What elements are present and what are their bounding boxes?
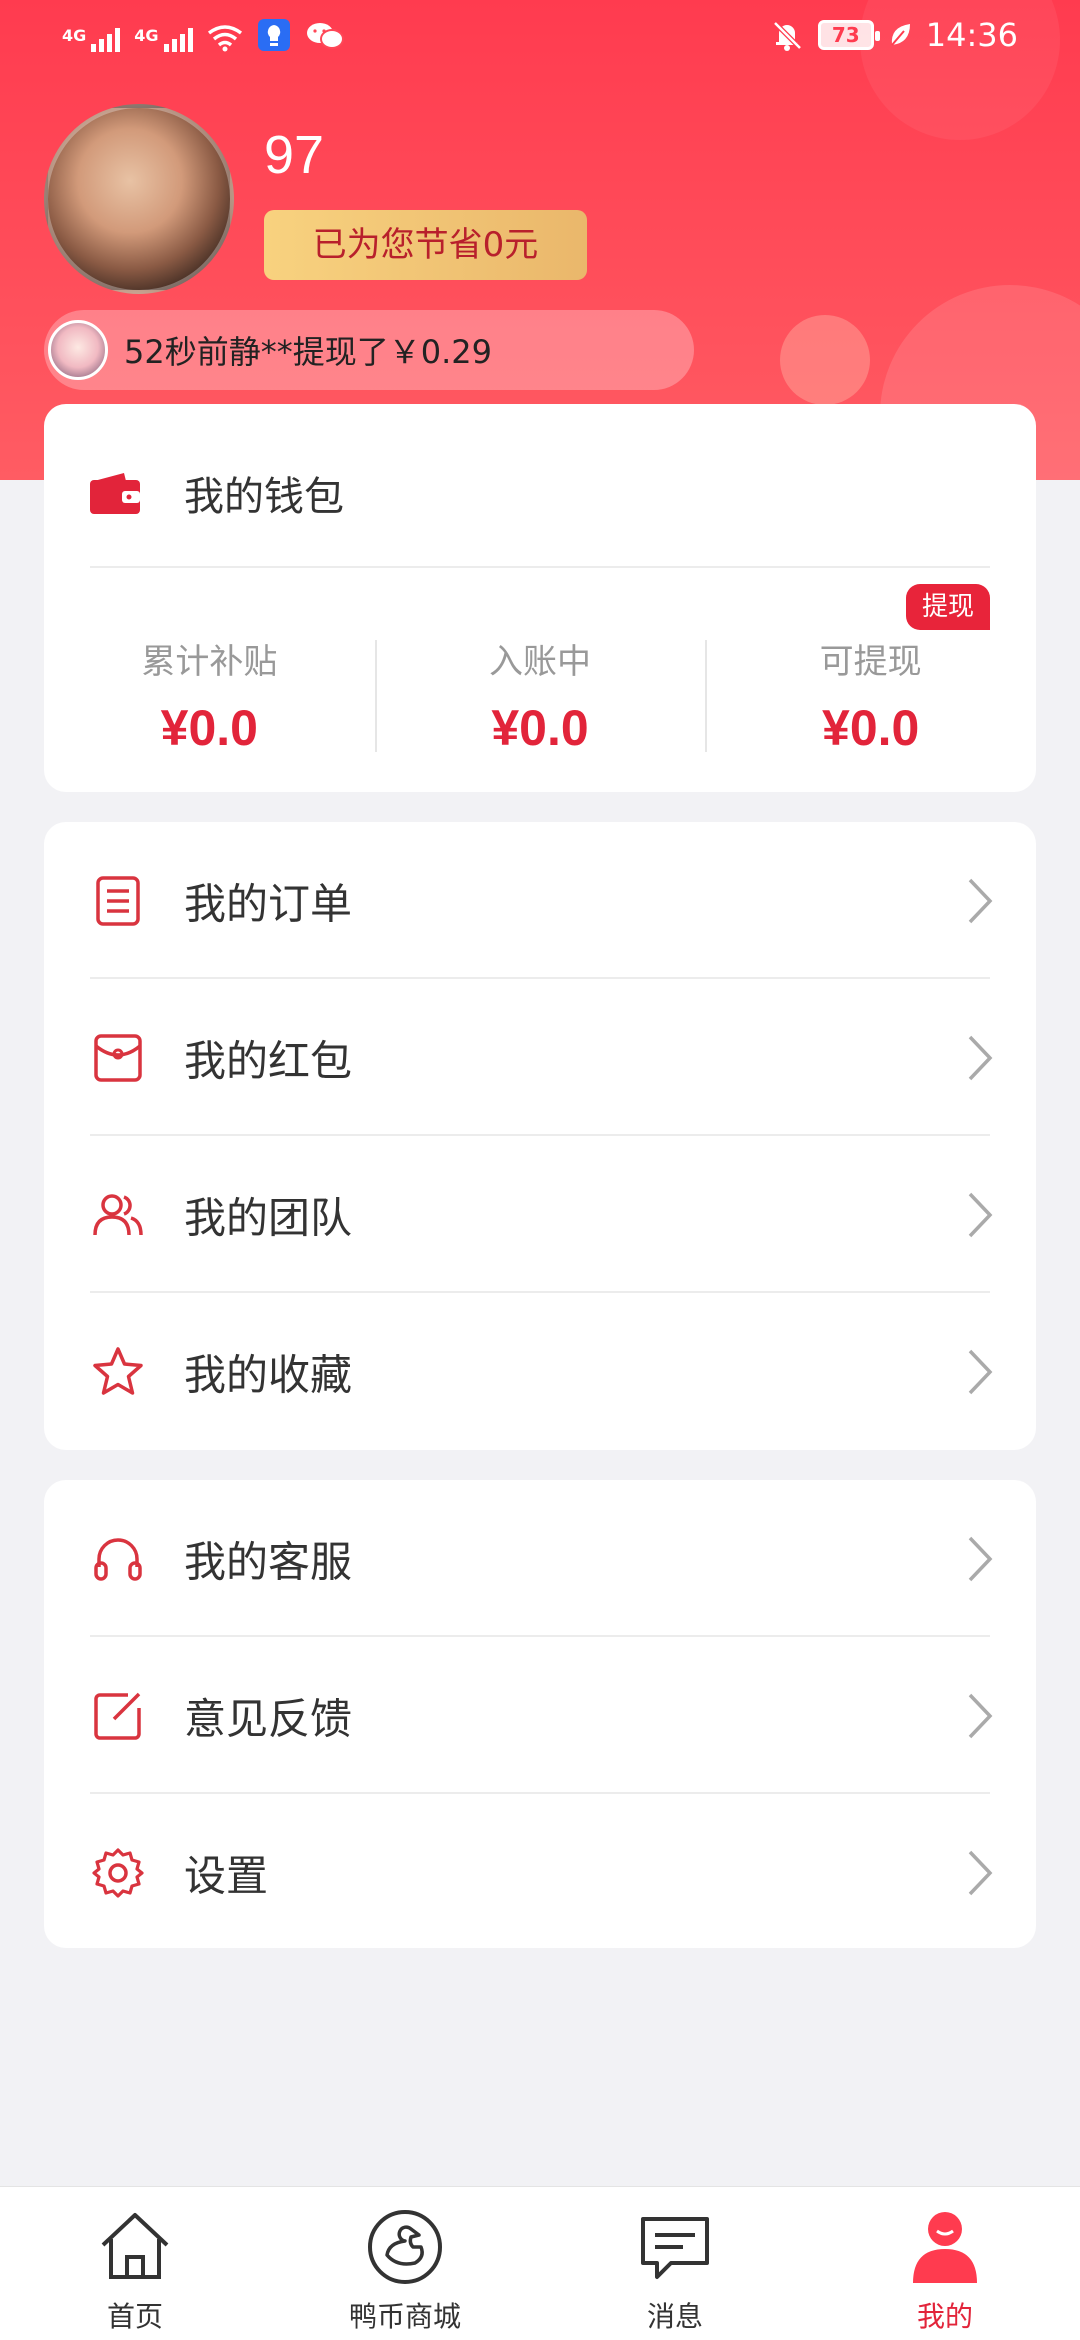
mute-bell-icon	[773, 21, 802, 51]
menu-label: 我的红包	[184, 1036, 353, 1085]
chevron-right-icon	[968, 1035, 993, 1080]
stat-value: ¥0.0	[822, 700, 920, 756]
message-icon	[641, 2217, 709, 2279]
stat-value: ¥0.0	[160, 700, 258, 756]
menu-label: 我的团队	[184, 1193, 353, 1242]
leaf-icon	[891, 24, 910, 46]
chevron-right-icon	[968, 1192, 993, 1237]
shield-app-icon	[257, 19, 290, 51]
signal-icon: 4G	[134, 28, 193, 52]
nav-label: 消息	[646, 2300, 703, 2333]
stat-label: 累计补贴	[141, 642, 278, 682]
menu-item-settings[interactable]: 设置	[44, 1794, 1036, 1951]
nav-label: 我的	[916, 2300, 973, 2333]
menu-label: 我的客服	[184, 1537, 353, 1586]
stat-value: ¥0.0	[491, 700, 589, 756]
red-packet-icon	[94, 1033, 142, 1082]
menu-item-customer-service[interactable]: 我的客服	[44, 1480, 1036, 1637]
stat-withdrawable[interactable]: 可提现 ¥0.0	[705, 634, 1036, 756]
menu-item-feedback[interactable]: 意见反馈	[44, 1637, 1036, 1794]
chevron-right-icon	[968, 1536, 993, 1581]
bottom-nav: 首页 鸭币商城 消息 我的	[0, 2186, 1080, 2340]
battery-icon: 73	[817, 20, 880, 50]
gear-icon	[92, 1847, 144, 1898]
menu-label: 我的收藏	[184, 1350, 353, 1399]
wechat-icon	[306, 23, 344, 49]
ticker-avatar	[48, 320, 108, 380]
stat-label: 入账中	[489, 642, 591, 682]
menu-item-orders[interactable]: 我的订单	[44, 822, 1036, 979]
chevron-right-icon	[968, 1693, 993, 1738]
stat-label: 可提现	[819, 642, 922, 682]
clock: 14:36	[925, 16, 1018, 54]
headphones-icon	[94, 1537, 142, 1581]
stat-total-subsidy[interactable]: 累计补贴 ¥0.0	[44, 634, 375, 756]
status-right: 73 14:36	[770, 16, 1018, 54]
feedback-edit-icon	[94, 1692, 141, 1740]
duck-mall-icon	[368, 2210, 442, 2284]
order-list-icon	[96, 875, 140, 926]
nav-profile[interactable]: 我的	[810, 2187, 1080, 2340]
nav-duck-mall[interactable]: 鸭币商城	[270, 2187, 540, 2340]
wallet-stats: 累计补贴 ¥0.0 入账中 ¥0.0 可提现 ¥0.0	[44, 634, 1036, 756]
stat-pending[interactable]: 入账中 ¥0.0	[374, 634, 706, 756]
wallet-header[interactable]: 我的钱包	[90, 464, 344, 522]
chevron-right-icon	[968, 878, 993, 923]
home-icon	[101, 2213, 169, 2279]
menu-group-2: 我的客服 意见反馈 设置	[44, 1480, 1036, 1948]
menu-item-favorites[interactable]: 我的收藏	[44, 1293, 1036, 1450]
signal-icon: 4G	[62, 28, 121, 52]
ticker-text: 52秒前静**提现了￥0.29	[124, 333, 492, 371]
star-icon	[93, 1346, 143, 1395]
saving-badge: 已为您节省0元	[264, 210, 587, 280]
chevron-right-icon	[968, 1349, 993, 1394]
nav-label: 首页	[106, 2300, 163, 2333]
wifi-icon	[207, 25, 242, 52]
avatar[interactable]	[44, 104, 234, 294]
menu-label: 设置	[184, 1851, 269, 1900]
status-left: 4G 4G	[62, 18, 345, 52]
profile-icon	[913, 2212, 977, 2283]
menu-item-red-packet[interactable]: 我的红包	[44, 979, 1036, 1136]
nav-messages[interactable]: 消息	[540, 2187, 810, 2340]
nav-label: 鸭币商城	[348, 2300, 461, 2333]
status-bar: 4G 4G 73 14:36	[0, 0, 1080, 72]
wallet-icon	[90, 473, 140, 514]
menu-label: 意见反馈	[184, 1694, 353, 1743]
wallet-title: 我的钱包	[184, 474, 344, 520]
withdraw-ticker: 52秒前静**提现了￥0.29	[44, 310, 694, 390]
menu-item-team[interactable]: 我的团队	[44, 1136, 1036, 1293]
username[interactable]: 97	[264, 124, 324, 186]
team-icon	[93, 1193, 143, 1235]
nav-home[interactable]: 首页	[0, 2187, 270, 2340]
decor-bubble	[780, 315, 870, 405]
menu-label: 我的订单	[184, 879, 353, 928]
chevron-right-icon	[968, 1850, 993, 1895]
withdraw-button[interactable]: 提现	[906, 584, 990, 630]
divider	[90, 566, 990, 568]
menu-group-1: 我的订单 我的红包 我的团队 我的收藏	[44, 822, 1036, 1450]
wallet-card[interactable]: 我的钱包 提现 累计补贴 ¥0.0 入账中 ¥0.0 可提现 ¥0.0	[44, 404, 1036, 792]
